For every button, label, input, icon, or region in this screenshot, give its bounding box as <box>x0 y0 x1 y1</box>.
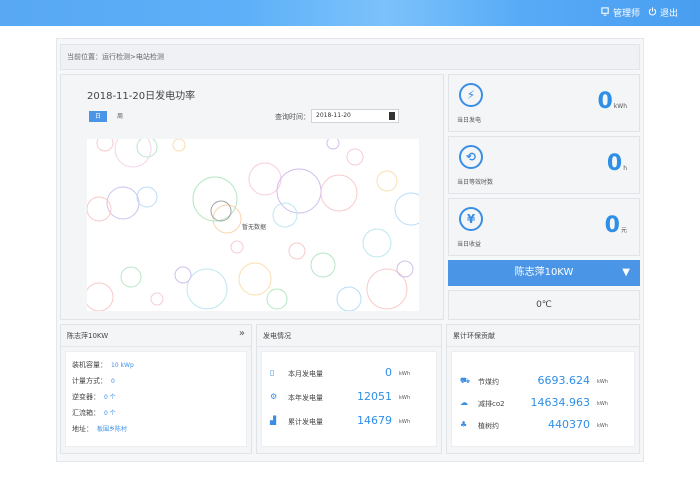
lightning-icon: ⚡ <box>459 83 483 107</box>
env-row-trees: ♣ 植树约 440370 kWh <box>460 418 608 431</box>
stat-value: 0元 <box>604 213 627 238</box>
environment-panel: 累计环保贡献 ⛟ 节煤约 6693.624 kWh ☁ 减排co2 14634.… <box>446 324 640 454</box>
gear-icon: ⚙ <box>270 392 278 401</box>
station-name: 陈志萍10KW <box>514 267 574 278</box>
user-label: 管理师 <box>612 9 640 19</box>
temperature-display: 0℃ <box>448 290 640 320</box>
chevron-down-icon: ▼ <box>622 267 630 278</box>
tab-day[interactable]: 日 <box>89 111 107 122</box>
bar-chart-icon: ▟ <box>270 416 277 425</box>
calendar-icon: ▯ <box>270 368 275 377</box>
station-info-panel: 陈志萍10KW » 装机容量： 10 kWp 计量方式： 0 逆变器： 0 个 汇流箱… <box>60 324 252 454</box>
info-row: 汇流箱： 0 个 <box>72 409 116 417</box>
stat-value: 0kWh <box>597 89 627 114</box>
info-row: 地址： 板围乡陈村 <box>72 425 128 433</box>
tree-icon: ♣ <box>460 420 468 429</box>
query-date-value: 2018-11-20 <box>316 112 351 119</box>
environment-body: ⛟ 节煤约 6693.624 kWh ☁ 减排co2 14634.963 kWh… <box>451 351 635 447</box>
generation-row-total: ▟ 累计发电量 14679 kWh <box>270 414 410 427</box>
stat-card-daily-generation: ⚡ 当日发电 0kWh <box>448 74 640 132</box>
user-icon <box>601 6 610 19</box>
generation-row-month: ▯ 本月发电量 0 kWh <box>270 366 410 379</box>
stat-card-daily-income: ¥ 当日收益 0元 <box>448 198 640 256</box>
stat-label: 当日等效时数 <box>457 179 494 186</box>
logout-label: 退出 <box>659 9 678 19</box>
query-time-label: 查询时间： <box>275 113 310 121</box>
top-bar: 管理师 退出 <box>0 0 700 26</box>
tab-week[interactable]: 周 <box>117 111 123 122</box>
chart-title: 2018-11-20日发电功率 <box>87 91 196 102</box>
generation-row-year: ⚙ 本年发电量 12051 kWh <box>270 390 410 403</box>
info-row: 装机容量： 10 kWp <box>72 361 134 369</box>
stat-value: 0h <box>606 151 627 176</box>
station-select[interactable]: 陈志萍10KW ▼ <box>448 260 640 286</box>
power-icon <box>648 6 657 19</box>
chart-plot-area: 暂无数据 <box>84 130 428 312</box>
env-row-coal: ⛟ 节煤约 6693.624 kWh <box>460 374 608 387</box>
station-info-title: 陈志萍10KW <box>61 325 251 347</box>
breadcrumb: 当前位置：运行检测>电站检测 <box>60 44 640 70</box>
station-info-body: 装机容量： 10 kWp 计量方式： 0 逆变器： 0 个 汇流箱： 0 个 地址： 板围… <box>65 351 247 447</box>
expand-icon[interactable]: » <box>239 328 245 339</box>
generation-panel: 发电情况 ▯ 本月发电量 0 kWh ⚙ 本年发电量 12051 kWh ▟ 累… <box>256 324 442 454</box>
co2-icon: ☁ <box>460 398 468 407</box>
address-link[interactable]: 板围乡陈村 <box>97 426 127 433</box>
query-date-input[interactable]: 2018-11-20 <box>311 109 399 123</box>
info-row: 逆变器： 0 个 <box>72 393 116 401</box>
calendar-icon[interactable] <box>389 112 395 120</box>
env-row-co2: ☁ 减排co2 14634.963 kWh <box>460 396 608 409</box>
car-icon: ⛟ <box>460 376 471 385</box>
yen-icon: ¥ <box>459 207 483 231</box>
generation-title: 发电情况 <box>257 325 441 347</box>
environment-title: 累计环保贡献 <box>447 325 639 347</box>
info-row: 计量方式： 0 <box>72 377 115 385</box>
clock-history-icon: ⟲ <box>459 145 483 169</box>
logout-button[interactable]: 退出 <box>648 6 678 19</box>
user-menu[interactable]: 管理师 <box>601 6 640 19</box>
generation-body: ▯ 本月发电量 0 kWh ⚙ 本年发电量 12051 kWh ▟ 累计发电量 … <box>261 351 437 447</box>
stat-label: 当日收益 <box>457 241 482 248</box>
stat-card-daily-hours: ⟲ 当日等效时数 0h <box>448 136 640 194</box>
stat-label: 当日发电 <box>457 117 482 124</box>
no-data-label: 暂无数据 <box>242 222 267 231</box>
power-chart-panel: 2018-11-20日发电功率 日 周 查询时间： 2018-11-20 暂无数… <box>60 74 444 320</box>
